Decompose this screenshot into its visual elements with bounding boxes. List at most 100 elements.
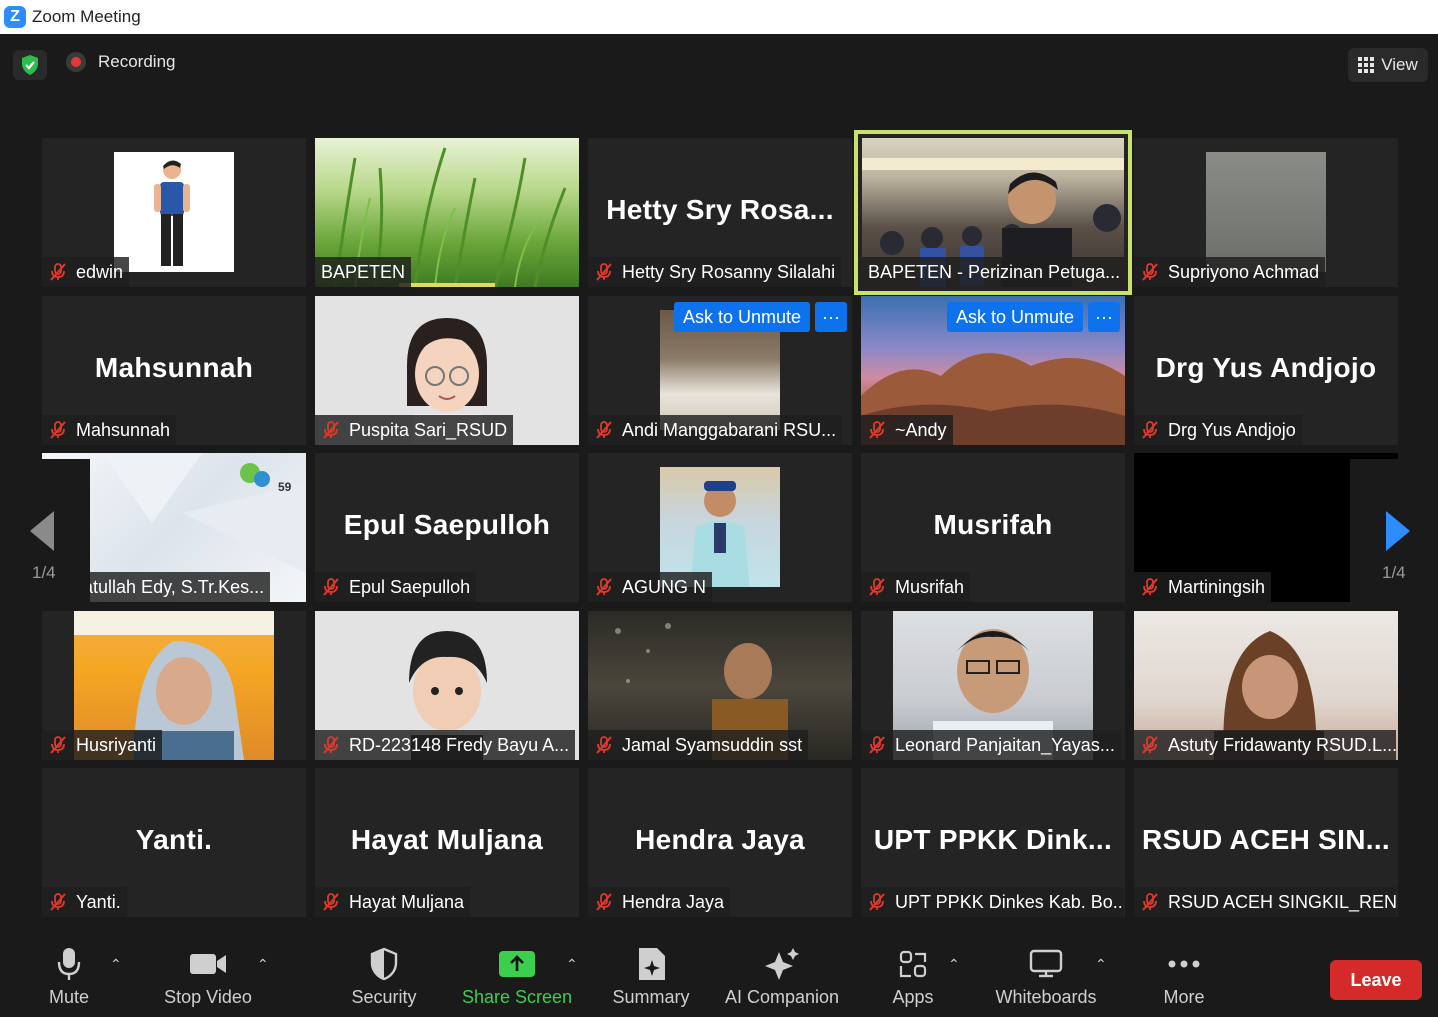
recording-dot-icon: [66, 52, 86, 72]
ai-companion-button[interactable]: AI Companion: [720, 944, 844, 1008]
participant-tile[interactable]: Supriyono Achmad: [1134, 138, 1398, 287]
participant-name: Mahsunnah: [76, 419, 171, 440]
muted-mic-icon: [1142, 421, 1158, 439]
next-page-button[interactable]: 1/4: [1350, 459, 1438, 602]
page-indicator-right: 1/4: [1382, 563, 1406, 582]
participant-video: [660, 467, 780, 587]
participant-name: Puspita Sari_RSUD: [349, 419, 508, 440]
ask-to-unmute-button[interactable]: Ask to Unmute: [947, 302, 1084, 332]
participant-tile[interactable]: Leonard Panjaitan_Yayas...: [861, 611, 1125, 760]
video-camera-icon: [190, 954, 226, 974]
view-label: View: [1381, 55, 1418, 74]
participant-name: edwin: [76, 261, 124, 282]
participant-tile[interactable]: Astuty Fridawanty RSUD.L...: [1134, 611, 1398, 760]
participant-name: Husriyanti: [76, 734, 157, 755]
whiteboard-icon: [1029, 949, 1063, 978]
ai-companion-label: AI Companion: [724, 987, 840, 1007]
participant-tile[interactable]: Hayat Muljana Hayat Muljana: [315, 768, 579, 917]
participant-name: Hayat Muljana: [349, 891, 465, 912]
participant-tile[interactable]: Epul Saepulloh Epul Saepulloh: [315, 453, 579, 602]
whiteboard-options-chevron-icon[interactable]: ⌃: [1095, 956, 1107, 973]
participant-name: Astuty Fridawanty RSUD.L...: [1168, 734, 1396, 755]
apps-options-chevron-icon[interactable]: ⌃: [948, 956, 960, 973]
ai-sparkle-icon: [765, 948, 799, 980]
summary-button[interactable]: Summary: [608, 944, 694, 1008]
participant-tile[interactable]: AGUNG N: [588, 453, 852, 602]
participant-big-name: RSUD ACEH SIN...: [1141, 823, 1390, 855]
participant-name-label: Yanti.: [42, 887, 127, 917]
participant-tile[interactable]: Drg Yus Andjojo Drg Yus Andjojo: [1134, 296, 1398, 445]
video-options-chevron-icon[interactable]: ⌃: [257, 956, 269, 973]
more-button[interactable]: More: [1156, 944, 1212, 1008]
active-speaker-tile[interactable]: BAPETEN - Perizinan Petuga...: [854, 130, 1132, 295]
share-screen-button[interactable]: Share Screen: [462, 944, 572, 1008]
participant-tile[interactable]: edwin: [42, 138, 306, 287]
whiteboards-label: Whiteboards: [995, 987, 1097, 1007]
participant-name: Jamal Syamsuddin sst: [622, 734, 803, 755]
view-button[interactable]: View: [1348, 48, 1428, 82]
participant-tile[interactable]: RSUD ACEH SIN... RSUD ACEH SINGKIL_REN..…: [1134, 768, 1398, 917]
participant-big-name: UPT PPKK Dink...: [873, 823, 1113, 855]
participant-name: Musrifah: [895, 576, 965, 597]
window-title-bar: Z Zoom Meeting: [0, 0, 1438, 34]
speaking-indicator: [399, 283, 495, 287]
participant-name-label: Mahsunnah: [42, 415, 177, 445]
audio-options-chevron-icon[interactable]: ⌃: [110, 956, 122, 973]
security-button[interactable]: Security: [346, 944, 422, 1008]
participant-name: Drg Yus Andjojo: [1168, 419, 1296, 440]
participant-name-label: Hetty Sry Rosanny Silalahi: [588, 257, 842, 287]
svg-text:59: 59: [278, 480, 292, 494]
mute-button[interactable]: Mute: [42, 944, 96, 1008]
summary-label: Summary: [612, 987, 690, 1007]
participant-tile[interactable]: BAPETEN: [315, 138, 579, 287]
page-indicator-left: 1/4: [32, 563, 56, 582]
arrow-right-icon: [1386, 511, 1410, 551]
recording-indicator[interactable]: Recording: [66, 52, 176, 72]
muted-mic-icon: [1142, 578, 1158, 596]
share-options-chevron-icon[interactable]: ⌃: [566, 956, 578, 973]
tile-more-options-button[interactable]: ···: [815, 302, 847, 332]
participant-tile[interactable]: Jamal Syamsuddin sst: [588, 611, 852, 760]
muted-mic-icon: [50, 893, 66, 911]
zoom-logo-icon: Z: [4, 6, 26, 28]
participant-name-label: BAPETEN: [315, 257, 412, 287]
encryption-shield-icon[interactable]: [13, 50, 47, 80]
apps-button[interactable]: Apps: [886, 944, 940, 1008]
participant-tile[interactable]: Musrifah Musrifah: [861, 453, 1125, 602]
meeting-toolbar: Mute ⌃ Stop Video ⌃ Security Share Scree…: [0, 930, 1438, 1017]
participant-tile[interactable]: Husriyanti: [42, 611, 306, 760]
participant-tile[interactable]: Ask to Unmute ··· Andi Manggabarani RSU.…: [588, 296, 852, 445]
participant-tile[interactable]: UPT PPKK Dink... UPT PPKK Dinkes Kab. Bo…: [861, 768, 1125, 917]
muted-mic-icon: [323, 893, 339, 911]
leave-meeting-button[interactable]: Leave: [1330, 960, 1422, 1000]
participant-tile[interactable]: Hendra Jaya Hendra Jaya: [588, 768, 852, 917]
tile-more-options-button[interactable]: ···: [1088, 302, 1120, 332]
participant-name: AGUNG N: [622, 576, 707, 597]
participant-tile[interactable]: Yanti. Yanti.: [42, 768, 306, 917]
participant-name-label: AGUNG N: [588, 572, 713, 602]
participant-name-label: Astuty Fridawanty RSUD.L...: [1134, 730, 1396, 760]
participant-name: RSUD ACEH SINGKIL_REN...: [1168, 891, 1396, 912]
share-screen-arrow-icon: [499, 951, 535, 977]
participant-name-label: edwin: [42, 257, 130, 287]
previous-page-button[interactable]: 1/4: [0, 459, 90, 602]
participant-big-name: Hendra Jaya: [635, 823, 805, 855]
participant-name: Supriyono Achmad: [1168, 261, 1320, 282]
security-label: Security: [351, 987, 417, 1007]
participant-tile[interactable]: RD-223148 Fredy Bayu A...: [315, 611, 579, 760]
ask-to-unmute-button[interactable]: Ask to Unmute: [674, 302, 811, 332]
participant-name-label: Musrifah: [861, 572, 971, 602]
participant-name: BAPETEN: [321, 261, 406, 282]
participant-tile[interactable]: Hetty Sry Rosa... Hetty Sry Rosanny Sila…: [588, 138, 852, 287]
muted-mic-icon: [1142, 893, 1158, 911]
participant-big-name: Drg Yus Andjojo: [1155, 351, 1377, 383]
participant-name: BAPETEN - Perizinan Petuga...: [868, 261, 1121, 282]
whiteboards-button[interactable]: Whiteboards: [990, 944, 1102, 1008]
participant-name-label: Puspita Sari_RSUD: [315, 415, 514, 445]
participant-tile[interactable]: Puspita Sari_RSUD: [315, 296, 579, 445]
participant-tile[interactable]: Mahsunnah Mahsunnah: [42, 296, 306, 445]
participant-big-name: Mahsunnah: [94, 351, 254, 383]
stop-video-button[interactable]: Stop Video: [158, 944, 258, 1008]
participant-tile[interactable]: Ask to Unmute ··· ~Andy: [861, 296, 1125, 445]
muted-mic-icon: [50, 736, 66, 754]
